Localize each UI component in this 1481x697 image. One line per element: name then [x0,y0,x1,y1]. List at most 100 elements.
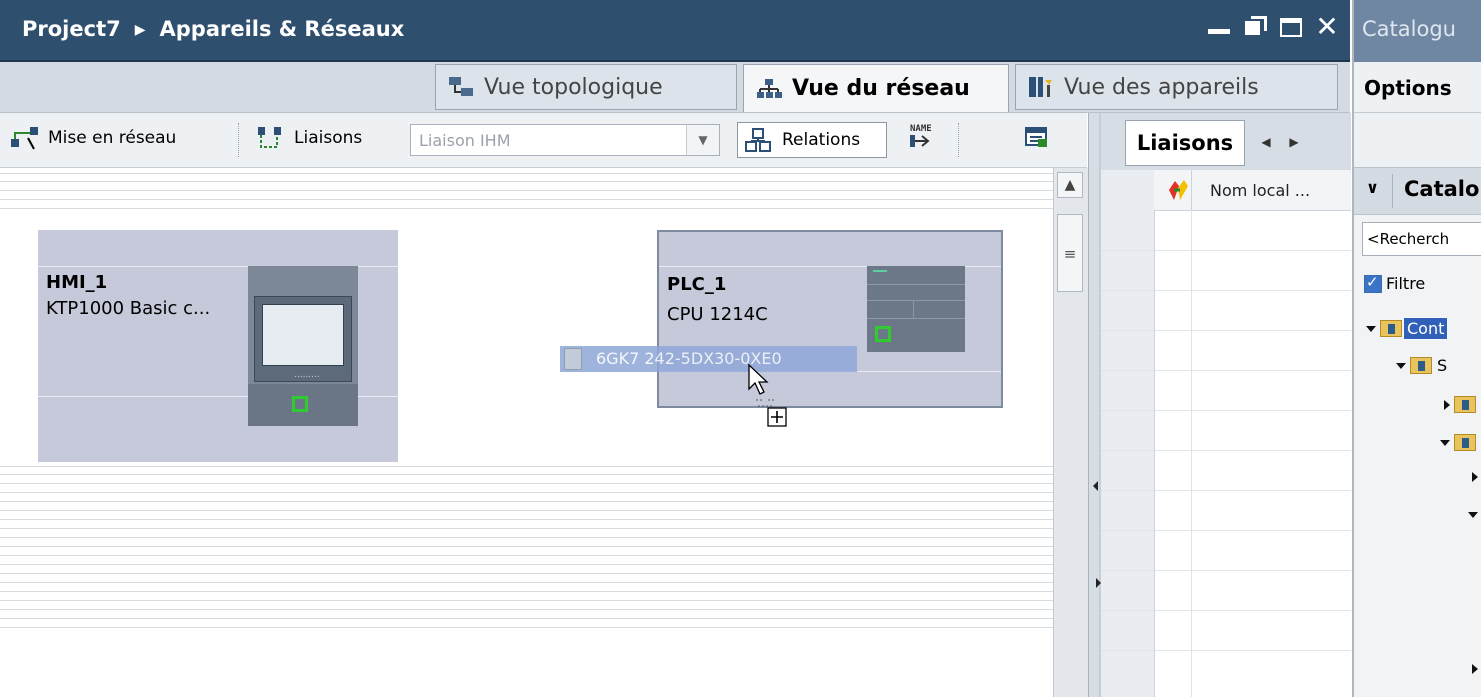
collapse-arrow-icon[interactable] [1444,399,1450,410]
tree-item-collapsed[interactable] [1444,396,1478,413]
connection-type-value: Liaison IHM [419,130,511,150]
network-canvas[interactable]: HMI_1 KTP1000 Basic c... ......... PLC_1… [0,168,1053,697]
tab-scroll-left-icon[interactable]: ◀ [1253,125,1279,159]
tree-item-label: Cont [1402,317,1449,340]
relations-label: Relations [782,130,861,150]
port-icon[interactable] [292,396,308,412]
tab-network-view[interactable]: Vue du réseau [743,64,1009,112]
tab-network-label: Vue du réseau [792,76,970,101]
tree-item-expanded[interactable] [1440,434,1478,451]
connection-type-icon [1166,178,1190,202]
filter-checkbox[interactable]: Filtre [1364,273,1426,293]
expand-arrow-icon[interactable] [1366,325,1376,332]
connections-label: Liaisons [294,128,363,148]
minimize-icon[interactable] [1206,12,1232,42]
tree-item-child[interactable]: S [1396,356,1447,375]
topology-icon [448,76,474,98]
filter-label: Filtre [1386,274,1426,293]
close-icon[interactable]: ✕ [1314,12,1340,42]
canvas-vertical-scrollbar[interactable]: ▲ ≡ [1053,168,1088,697]
tree-item-root[interactable]: Cont [1366,317,1449,340]
drag-copy-cursor-icon [748,363,794,434]
relations-icon [744,127,774,153]
folder-icon [1454,434,1476,451]
collapse-arrow-icon[interactable] [1472,472,1478,482]
device-name: HMI_1 [46,272,108,293]
network-toolbar: Mise en réseau Liaisons Liaison IHM ▼ Re… [0,113,1087,168]
tree-item-collapsed[interactable] [1472,472,1481,482]
name-assign-icon: NAME [908,121,938,147]
collapse-left-icon[interactable] [1093,481,1098,491]
folder-icon [1454,396,1476,413]
connections-panel: Liaisons ◀ ▶ Nom local ... [1088,113,1351,697]
network-icon [756,78,782,100]
chevron-down-icon[interactable]: ∨ [1366,178,1379,197]
toolbar-divider [958,123,960,157]
tab-device-label: Vue des appareils [1064,74,1259,100]
connections-icon [256,125,286,151]
plc-cpu-image [867,266,965,352]
scroll-up-icon[interactable]: ▲ [1057,172,1083,198]
window-controls: ✕ [1206,12,1340,46]
folder-icon [1380,320,1402,337]
device-type: KTP1000 Basic c... [46,298,211,319]
overview-table-icon [1024,125,1054,151]
breadcrumb-section: Appareils & Réseaux [159,17,405,41]
catalog-search-placeholder: <Recherch [1367,230,1450,248]
toolbar-divider [238,123,240,157]
chevron-down-icon[interactable]: ▼ [686,125,719,155]
breadcrumb: Project7 ▶ Appareils & Réseaux [22,17,404,41]
catalog-section-header[interactable]: ∨ Catalo [1354,167,1481,215]
catalog-search-input[interactable]: <Recherch [1362,222,1481,256]
float-window-icon[interactable] [1242,12,1268,42]
expand-arrow-icon[interactable] [1396,362,1406,369]
hardware-catalog-panel: Catalogu Options ∨ Catalo <Recherch Filt… [1352,0,1481,697]
properties-overview-button[interactable] [1024,125,1062,151]
networking-button[interactable]: Mise en réseau [10,125,176,151]
window-titlebar: Project7 ▶ Appareils & Réseaux ✕ [0,0,1350,62]
checkbox-checked-icon[interactable] [1364,273,1382,293]
connection-type-dropdown[interactable]: Liaison IHM ▼ [410,124,720,156]
collapse-arrow-icon[interactable] [1472,664,1478,674]
tab-scroll-right-icon[interactable]: ▶ [1281,125,1307,159]
column-header[interactable]: Nom local ... [1154,170,1351,211]
dragged-module: 6GK7 242-5DX30-0XE0 [560,346,857,372]
device-type: CPU 1214C [667,304,768,325]
catalog-title: Catalogu [1362,17,1456,41]
tree-item-collapsed[interactable] [1472,664,1481,674]
port-icon[interactable] [875,326,891,342]
tab-topology-view[interactable]: Vue topologique [435,64,737,110]
connections-button[interactable]: Liaisons [256,125,362,151]
expand-arrow-icon[interactable] [1468,512,1478,518]
device-name: PLC_1 [667,274,727,295]
hmi-panel-image: ......... [248,266,358,426]
tab-device-view[interactable]: Vue des appareils [1015,64,1338,110]
breadcrumb-separator-icon: ▶ [134,22,146,38]
tree-item-expanded[interactable] [1468,512,1481,518]
networking-label: Mise en réseau [48,128,177,148]
connections-table: Nom local ... [1101,170,1351,697]
maximize-icon[interactable] [1278,12,1304,42]
module-icon [564,348,582,370]
breadcrumb-project[interactable]: Project7 [22,17,121,41]
catalog-section-label: Catalo [1404,177,1480,201]
folder-icon [1410,357,1432,374]
catalog-titlebar: Catalogu [1354,0,1481,62]
tab-topology-label: Vue topologique [484,74,663,100]
catalog-options-label[interactable]: Options [1364,76,1452,100]
relations-button[interactable]: Relations [737,122,887,158]
catalog-options-bar: Options [1354,62,1481,113]
tab-connections-label: Liaisons [1136,131,1234,155]
device-hmi[interactable]: HMI_1 KTP1000 Basic c... ......... [38,230,398,462]
device-view-icon [1028,76,1054,98]
tree-item-label: S [1437,356,1448,375]
svg-text:NAME: NAME [910,124,932,134]
tab-connections[interactable]: Liaisons [1125,120,1245,166]
view-tabs: Vue topologique Vue du réseau Vue des ap… [0,62,1350,113]
catalog-toolbar [1354,113,1481,167]
networking-icon [10,125,40,151]
expand-arrow-icon[interactable] [1440,439,1450,446]
scrollbar-thumb[interactable]: ≡ [1057,214,1083,292]
device-plc[interactable]: PLC_1 CPU 1214C [657,230,1003,408]
name-assign-button[interactable]: NAME [908,121,946,147]
